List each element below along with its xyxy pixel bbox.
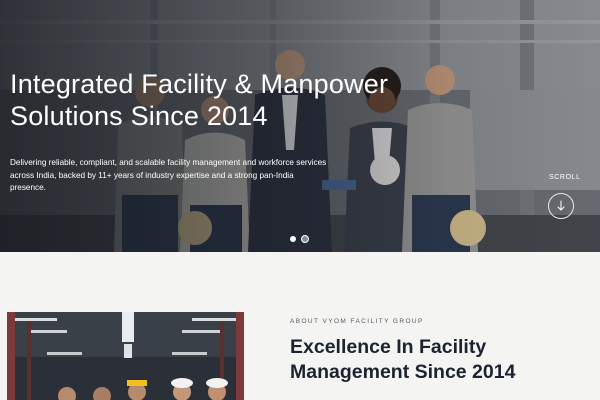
hero-description: Delivering reliable, compliant, and scal… [10,158,327,192]
slider-dots [290,235,309,243]
slider-dot-2[interactable] [301,235,309,243]
hero-title-line-1: Integrated Facility & Manpower [10,69,389,99]
arrow-down-icon [557,200,565,211]
about-title-line-1: Excellence In Facility [290,336,487,358]
scroll-label: SCROLL [549,174,581,181]
about-eyebrow: ABOUT VYOM FACILITY GROUP [290,318,424,325]
slider-dot-1[interactable] [290,236,296,242]
about-team-photo [7,312,244,400]
page: Integrated Facility & Manpower Solutions… [0,0,600,400]
about-title: Excellence In Facility Management Since … [290,335,590,385]
hero-title: Integrated Facility & Manpower Solutions… [10,68,430,132]
about-title-line-2: Management Since 2014 [290,361,516,383]
hero-title-line-2: Solutions Since 2014 [10,101,268,131]
scroll-down-button[interactable] [548,193,574,219]
hero-banner: Integrated Facility & Manpower Solutions… [0,0,600,252]
